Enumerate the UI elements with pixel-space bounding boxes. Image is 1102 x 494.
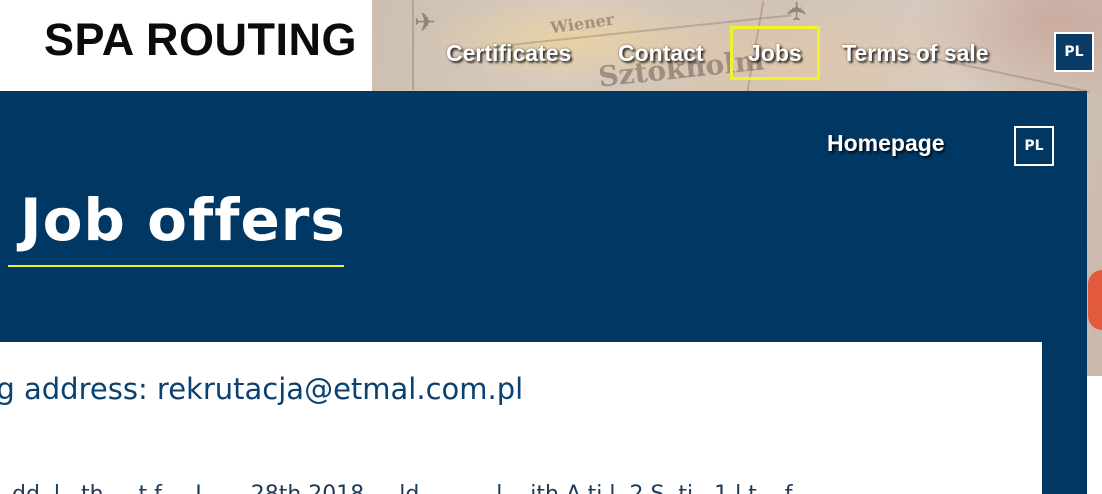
homepage-link[interactable]: Homepage [827, 130, 945, 157]
site-logo[interactable]: SPA ROUTING [44, 14, 357, 66]
language-switch-button[interactable]: PL [1054, 32, 1094, 72]
content-card: ng address: rekrutacja@etmal.com.pl ..dd… [0, 342, 1042, 494]
body-text: ..dd..l...th.....t.f.....J.......28th.20… [0, 482, 793, 494]
nav-active-indicator [730, 26, 820, 80]
panel-edge [1042, 342, 1087, 494]
recruitment-address: ng address: rekrutacja@etmal.com.pl [0, 372, 524, 406]
airplane-icon: ✈ [782, 0, 813, 22]
airplane-icon: ✈ [414, 8, 436, 38]
page-title: Job offers [20, 186, 346, 254]
logo-container: SPA ROUTING [0, 0, 372, 91]
nav-item-terms-of-sale[interactable]: Terms of sale [842, 36, 989, 70]
language-switch-button-panel[interactable]: PL [1014, 126, 1054, 166]
title-underline [8, 265, 344, 267]
nav-item-contact[interactable]: Contact [618, 36, 704, 70]
map-marker [1088, 270, 1102, 330]
nav-item-certificates[interactable]: Certificates [446, 36, 571, 70]
